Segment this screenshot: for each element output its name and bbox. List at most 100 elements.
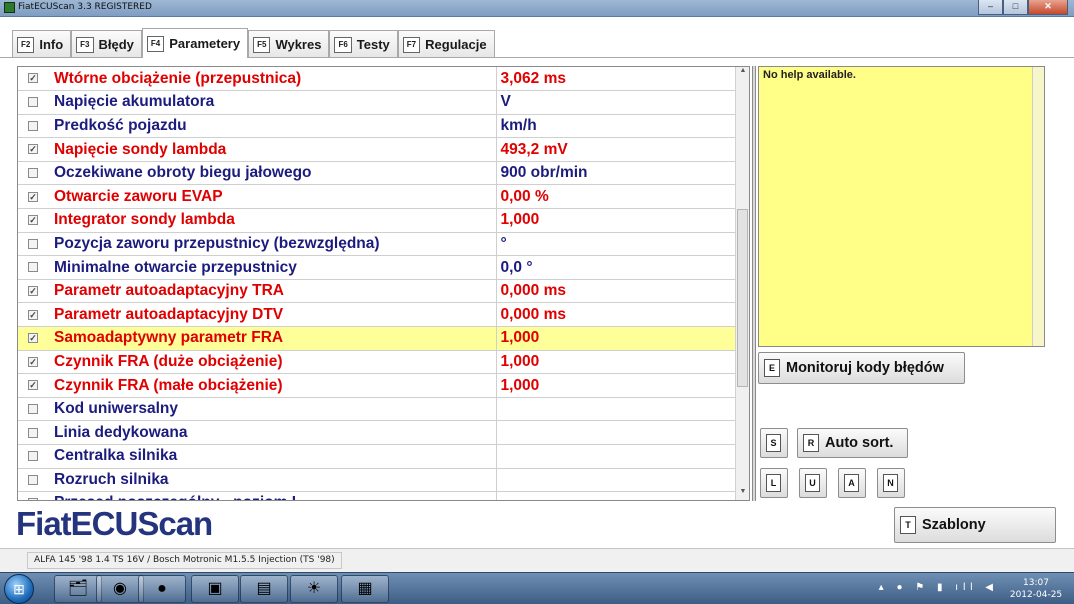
parameter-checkbox[interactable]: [28, 97, 38, 108]
parameter-checkbox-cell: [18, 161, 48, 186]
parameter-row[interactable]: ✓ Otwarcie zaworu EVAP 0,00 %: [18, 184, 737, 210]
parameter-table: ✓ Wtórne obciążenie (przepustnica) 3,062 m…: [17, 66, 750, 501]
parameter-name: Samoadaptywny parametr FRA: [48, 326, 497, 351]
parameter-checkbox[interactable]: [28, 120, 38, 131]
tab-info[interactable]: F2 Info: [12, 30, 72, 58]
parameter-row[interactable]: Linia dedykowana: [18, 420, 737, 445]
help-scrollbar[interactable]: [1032, 67, 1044, 346]
vehicle-info: ALFA 145 '98 1.4 TS 16V / Bosch Motronic…: [27, 552, 342, 569]
parameter-row[interactable]: ✓ Czynnik FRA (duże obciążenie) 1,000: [18, 350, 737, 375]
fiatecuscan-icon[interactable]: ▦: [341, 575, 389, 603]
parameter-name: Integrator sondy lambda: [48, 208, 497, 233]
panel-splitter[interactable]: [752, 66, 756, 501]
parameter-checkbox[interactable]: ✓: [28, 191, 38, 202]
parameter-row[interactable]: Rozruch silnika: [18, 468, 737, 493]
parameter-checkbox[interactable]: ✓: [28, 73, 38, 84]
parameter-row[interactable]: Kod uniwersalny: [18, 397, 737, 422]
parameter-name: Minimalne otwarcie przepustnicy: [48, 255, 497, 280]
parameter-value: °: [496, 232, 737, 257]
parameter-checkbox[interactable]: ✓: [28, 333, 38, 344]
fiatecuscan-logo: FiatECUScan: [16, 505, 213, 542]
taskbar: ⊞ 🗂 ◉ ● ▣ ▤ ☀ ▦ ▴ ● ⚑ ▮ ıll ◀ 13:07 2012…: [0, 572, 1074, 604]
parameter-row[interactable]: Napięcie akumulatora V: [18, 90, 737, 115]
monitor-error-codes-button[interactable]: E Monitoruj kody błędów: [758, 352, 965, 384]
parameter-row[interactable]: ✓ Samoadaptywny parametr FRA 1,000: [18, 326, 737, 351]
firefox-icon[interactable]: ●: [138, 575, 186, 603]
parameter-checkbox[interactable]: ✓: [28, 286, 38, 297]
parameter-checkbox[interactable]: [28, 238, 38, 249]
sun-icon[interactable]: ☀: [290, 575, 338, 603]
f7-key-icon: F7: [402, 36, 421, 53]
table-scrollbar[interactable]: ▲ ▼: [735, 67, 749, 500]
close-button[interactable]: ✕: [1028, 0, 1068, 15]
templates-button[interactable]: T Szablony: [894, 507, 1056, 543]
folder-icon[interactable]: ▣: [191, 575, 239, 603]
parameter-row[interactable]: Przesąd poszczególny - poziom I: [18, 491, 737, 500]
parameter-checkbox[interactable]: [28, 451, 38, 462]
tab-bledy[interactable]: F3 Błędy: [71, 30, 142, 58]
n-button[interactable]: N: [877, 468, 905, 498]
parameter-checkbox[interactable]: [28, 404, 38, 415]
parameter-checkbox[interactable]: [28, 168, 38, 179]
scroll-up-icon[interactable]: ▲: [736, 67, 749, 79]
l-button[interactable]: L: [760, 468, 788, 498]
parameter-checkbox[interactable]: [28, 427, 38, 438]
parameter-checkbox[interactable]: ✓: [28, 215, 38, 226]
tray-icons[interactable]: ▴ ● ⚑ ▮ ıll ◀: [879, 582, 998, 593]
tab-wykres[interactable]: F5 Wykres: [248, 30, 330, 58]
parameter-value: 900 obr/min: [496, 161, 737, 186]
parameter-checkbox-cell: ✓: [18, 302, 48, 328]
parameter-row[interactable]: ✓ Czynnik FRA (małe obciążenie) 1,000: [18, 373, 737, 398]
tab-label: Błędy: [98, 37, 134, 52]
auto-sort-button[interactable]: R Auto sort.: [797, 428, 908, 458]
parameter-value: 1,000: [496, 350, 737, 375]
parameter-value: 1,000: [496, 326, 737, 351]
chrome-icon[interactable]: ◉: [96, 575, 144, 603]
parameter-checkbox[interactable]: [28, 498, 38, 500]
parameter-row[interactable]: ✓ Wtórne obciążenie (przepustnica) 3,062 m…: [18, 67, 737, 92]
parameter-name: Otwarcie zaworu EVAP: [48, 184, 497, 210]
parameter-row[interactable]: ✓ Parametr autoadaptacyjny TRA 0,000 ms: [18, 279, 737, 304]
f3-key-icon: F3: [76, 36, 94, 53]
parameter-checkbox[interactable]: ✓: [28, 380, 38, 391]
explorer-icon[interactable]: 🗂: [54, 575, 102, 603]
tab-regulacje[interactable]: F7 Regulacje: [397, 30, 495, 58]
parameter-value: 493,2 mV: [496, 137, 737, 162]
parameter-value: 1,000: [496, 373, 737, 398]
scroll-down-icon[interactable]: ▼: [736, 488, 749, 500]
parameter-checkbox[interactable]: ✓: [28, 144, 38, 155]
parameter-row[interactable]: ✓ Parametr autoadaptacyjny DTV 0,000 ms: [18, 302, 737, 328]
parameter-value: km/h: [496, 114, 737, 139]
parameter-row[interactable]: Predkość pojazdu km/h: [18, 114, 737, 139]
maximize-button[interactable]: □: [1003, 0, 1028, 15]
parameter-checkbox[interactable]: [28, 474, 38, 485]
parameter-value: [496, 468, 737, 493]
parameter-checkbox-cell: ✓: [18, 326, 48, 351]
parameter-row[interactable]: Minimalne otwarcie przepustnicy 0,0 °: [18, 255, 737, 280]
f2-key-icon: F2: [17, 36, 35, 53]
parameter-row[interactable]: Oczekiwane obroty biegu jałowego 900 obr/…: [18, 161, 737, 186]
parameter-row[interactable]: Pozycja zaworu przepustnicy (bezwzględna…: [18, 232, 737, 257]
notepad-icon[interactable]: ▤: [240, 575, 288, 603]
parameter-name: Parametr autoadaptacyjny TRA: [48, 279, 497, 304]
tab-testy[interactable]: F6 Testy: [329, 30, 398, 58]
tab-parametery[interactable]: F4 Parametery: [141, 28, 249, 58]
parameter-value: 0,000 ms: [496, 302, 737, 328]
a-button[interactable]: A: [838, 468, 866, 498]
parameter-checkbox-cell: [18, 491, 48, 500]
u-button[interactable]: U: [799, 468, 827, 498]
parameter-checkbox[interactable]: ✓: [28, 309, 38, 320]
clock[interactable]: 13:07 2012-04-25: [1006, 577, 1066, 601]
parameter-row[interactable]: ✓ Integrator sondy lambda 1,000: [18, 208, 737, 233]
parameter-checkbox[interactable]: [28, 262, 38, 273]
parameter-value: [496, 444, 737, 469]
parameter-checkbox-cell: [18, 468, 48, 493]
minimize-button[interactable]: –: [978, 0, 1003, 15]
parameter-name: Napięcie sondy lambda: [48, 137, 497, 162]
s-button[interactable]: S: [760, 428, 788, 458]
parameter-checkbox[interactable]: ✓: [28, 356, 38, 367]
start-button[interactable]: ⊞: [4, 574, 34, 604]
scrollbar-thumb[interactable]: [737, 209, 748, 387]
parameter-row[interactable]: ✓ Napięcie sondy lambda 493,2 mV: [18, 137, 737, 162]
parameter-row[interactable]: Centralka silnika: [18, 444, 737, 469]
